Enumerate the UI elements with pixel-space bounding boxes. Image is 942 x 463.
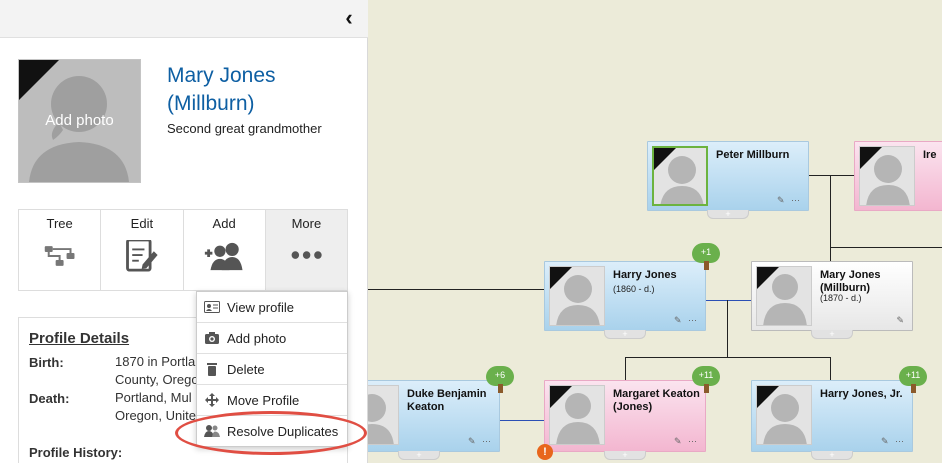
profile-actions-bar: Tree Edit Add More — [18, 209, 348, 291]
connector-line — [625, 357, 831, 358]
connector-line — [830, 175, 831, 263]
add-button-label: Add — [212, 216, 236, 231]
person-name: Harry Jones, Jr. — [820, 388, 903, 400]
connector-line — [830, 357, 831, 380]
warning-icon[interactable]: ! — [537, 444, 553, 460]
card-tools-icon[interactable]: ✎ ⋯ — [468, 436, 493, 447]
connector-line — [706, 300, 751, 301]
tree-hint-icon[interactable]: +11 — [899, 366, 927, 396]
expand-tab[interactable]: + — [811, 451, 853, 460]
deceased-ribbon-icon — [550, 267, 572, 289]
card-tools-icon[interactable]: ✎ ⋯ — [674, 315, 699, 326]
expand-tab[interactable]: + — [811, 330, 853, 339]
tree-hint-count: +11 — [698, 370, 714, 380]
person-dates: (1870 - d.) — [820, 293, 862, 303]
person-photo — [549, 266, 605, 326]
menu-item-add-photo[interactable]: Add photo — [197, 323, 347, 354]
panel-header: ‹ — [0, 0, 368, 38]
deceased-ribbon-icon — [550, 386, 572, 408]
card-tools-icon[interactable]: ✎ ⋯ — [777, 195, 802, 206]
person-name: Mary Jones (Millburn) — [820, 269, 881, 294]
birth-value-line1: 1870 in Portla — [115, 354, 196, 369]
connector-line — [727, 300, 728, 357]
connector-line — [500, 420, 544, 421]
person-photo — [756, 266, 812, 326]
camera-icon — [205, 332, 219, 344]
id-card-icon — [204, 301, 220, 313]
person-dates: (1860 - d.) — [613, 284, 655, 294]
chevron-left-icon[interactable]: ‹ — [338, 6, 360, 30]
add-person-icon — [204, 242, 243, 271]
expand-tab[interactable]: + — [604, 330, 646, 339]
add-photo-label: Add photo — [45, 112, 114, 129]
menu-item-delete[interactable]: Delete — [197, 354, 347, 385]
tree-hint-icon[interactable]: +6 — [486, 366, 514, 396]
edit-icon — [126, 240, 158, 272]
deceased-ribbon-icon — [860, 147, 882, 169]
birth-label: Birth: — [29, 355, 64, 370]
person-photo — [859, 146, 915, 206]
deceased-ribbon-icon — [19, 60, 59, 100]
connector-line — [808, 175, 854, 176]
birth-value-line2: County, Orego — [115, 372, 199, 387]
more-button[interactable]: More — [265, 210, 347, 290]
person-name: Margaret Keaton (Jones) — [613, 388, 700, 413]
tree-icon — [44, 246, 75, 266]
profile-side-panel: ‹ Add photo Mary Jones (Millburn) Second… — [0, 0, 368, 463]
person-name: Ire — [923, 149, 937, 161]
card-tools-icon[interactable]: ✎ — [896, 315, 906, 326]
person-card[interactable]: Harry Jones (1860 - d.) ✎ ⋯ + — [544, 261, 706, 339]
person-name: Duke Benjamin Keaton — [407, 388, 487, 413]
highlight-annotation-ellipse — [175, 411, 367, 455]
more-icon — [291, 251, 322, 259]
tree-hint-icon[interactable]: +11 — [692, 366, 720, 396]
profile-relationship: Second great grandmother — [167, 121, 322, 136]
expand-tab[interactable]: + — [707, 210, 749, 219]
menu-item-label: Add photo — [227, 331, 287, 346]
card-tools-icon[interactable]: ✎ ⋯ — [674, 436, 699, 447]
person-name: Peter Millburn — [716, 149, 790, 161]
death-value-line1: Portland, Mul — [115, 390, 192, 405]
profile-details-heading[interactable]: Profile Details — [29, 330, 129, 347]
person-card[interactable]: Harry Jones, Jr. ✎ ⋯ + — [751, 380, 913, 460]
tree-button-label: Tree — [46, 216, 73, 231]
profile-history-label: Profile History: — [29, 445, 123, 460]
person-photo — [652, 146, 708, 206]
menu-item-view-profile[interactable]: View profile — [197, 292, 347, 323]
tree-button[interactable]: Tree — [19, 210, 102, 290]
deceased-ribbon-icon — [757, 386, 779, 408]
person-photo — [549, 385, 605, 445]
add-photo-placeholder[interactable]: Add photo — [18, 59, 141, 183]
person-photo — [756, 385, 812, 445]
edit-button-label: Edit — [130, 216, 154, 231]
menu-item-label: View profile — [227, 300, 294, 315]
deceased-ribbon-icon — [654, 148, 676, 170]
menu-item-label: Delete — [227, 362, 265, 377]
move-icon — [205, 393, 219, 407]
card-tools-icon[interactable]: ✎ ⋯ — [881, 436, 906, 447]
person-name: Harry Jones — [613, 269, 677, 281]
expand-tab[interactable]: + — [398, 451, 440, 460]
more-button-label: More — [291, 216, 322, 231]
deceased-ribbon-icon — [757, 267, 779, 289]
person-card-selected[interactable]: Mary Jones (Millburn) (1870 - d.) ✎ + — [751, 261, 913, 339]
person-card[interactable]: Margaret Keaton (Jones) ✎ ⋯ + — [544, 380, 706, 460]
person-card[interactable]: Ire — [854, 141, 942, 211]
connector-line — [625, 357, 626, 380]
connector-line — [830, 247, 942, 248]
tree-hint-count: +11 — [905, 370, 921, 380]
add-button[interactable]: Add — [184, 210, 266, 290]
death-label: Death: — [29, 391, 70, 406]
tree-hint-icon[interactable]: +1 — [692, 243, 720, 273]
connector-line — [368, 289, 544, 290]
expand-tab[interactable]: + — [604, 451, 646, 460]
edit-button[interactable]: Edit — [101, 210, 184, 290]
trash-icon — [207, 363, 217, 376]
profile-name[interactable]: Mary Jones (Millburn) — [167, 62, 347, 118]
tree-hint-count: +6 — [494, 370, 506, 380]
person-card[interactable]: Peter Millburn ✎ ⋯ + — [647, 141, 809, 219]
tree-hint-count: +1 — [700, 247, 712, 257]
